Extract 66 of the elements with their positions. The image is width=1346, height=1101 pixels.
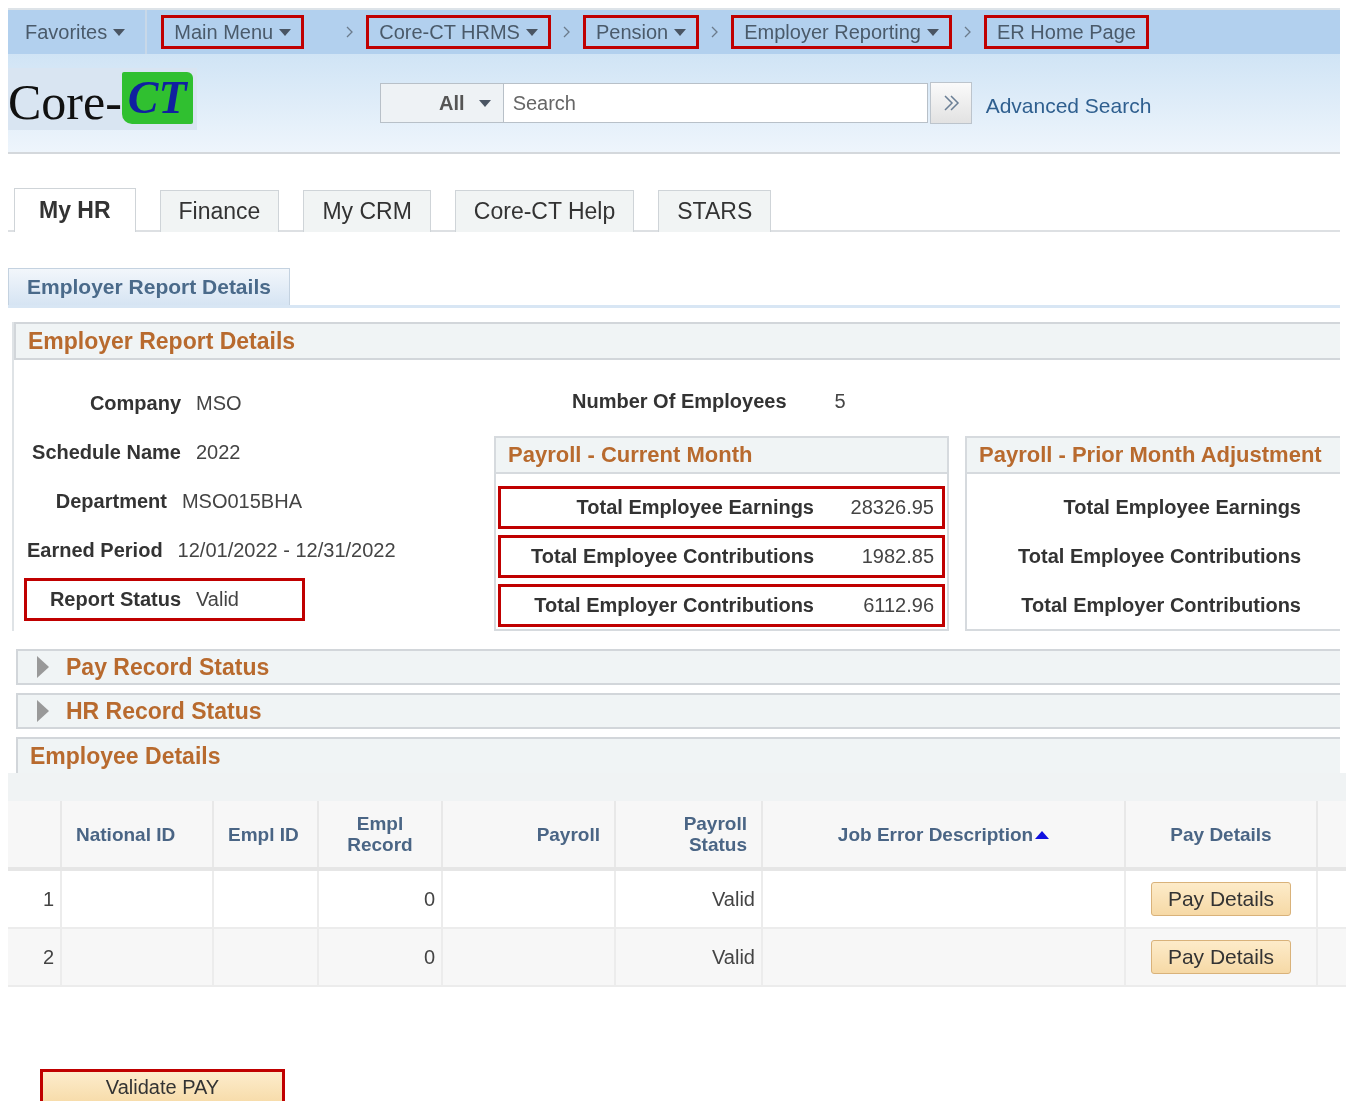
field-value: MSO (196, 392, 242, 415)
chevron-icon (964, 26, 972, 38)
column-header[interactable]: Payroll (442, 801, 615, 869)
field-label: Earned Period (27, 539, 163, 562)
panel-title: Payroll - Current Month (496, 438, 947, 474)
column-header[interactable]: Job Error Description (762, 801, 1125, 869)
field-value: 6112.96 (862, 594, 934, 617)
pay-details-button[interactable]: Pay Details (1150, 940, 1292, 974)
table-cell: 0 (318, 928, 442, 986)
row-number: 2 (8, 928, 61, 986)
collapsible-section[interactable]: HR Record Status (16, 693, 1340, 729)
collapsible-section[interactable]: Pay Record Status (16, 649, 1340, 685)
field-value: 5 (834, 389, 846, 413)
breadcrumb-link[interactable]: Employer Reporting (731, 15, 952, 49)
field-label: Report Status (48, 588, 181, 611)
page-tab[interactable]: Employer Report Details (8, 268, 290, 305)
column-header[interactable]: Pay Details (1125, 801, 1317, 869)
field-label: Number Of Employees (572, 389, 787, 413)
favorites-menu[interactable]: Favorites (8, 10, 148, 54)
nav-tab[interactable]: Finance (159, 190, 280, 232)
chevron-icon (562, 26, 571, 38)
nav-tab[interactable]: STARS (658, 190, 772, 232)
nav-tab[interactable]: My CRM (303, 190, 431, 232)
caret-icon (478, 99, 491, 107)
search-scope-dropdown[interactable]: All (379, 83, 504, 123)
chevron-icon (711, 26, 720, 38)
panel-title: Payroll - Prior Month Adjustment (967, 438, 1340, 474)
caret-icon (113, 28, 126, 36)
advanced-search-link[interactable]: Advanced Search (985, 94, 1152, 118)
field-value: 1982.85 (860, 545, 934, 568)
core-ct-logo: Core-CT (8, 68, 197, 130)
collapsed-arrow-icon (36, 700, 50, 722)
field-label: Total Employer Contributions (534, 594, 814, 617)
field-label: Schedule Name (31, 441, 181, 464)
pay-details-button[interactable]: Pay Details (1150, 882, 1292, 916)
field-label: Total Employee Earnings (1063, 496, 1301, 519)
table-cell: Valid (615, 928, 762, 986)
breadcrumb-link[interactable]: ER Home Page (984, 15, 1149, 49)
field-label: Total Employee Earnings (576, 496, 814, 519)
field-label: Total Employee Contributions (1018, 545, 1301, 568)
validate-pay-button[interactable]: Validate PAY (40, 1069, 285, 1101)
field-value: Valid (196, 588, 239, 611)
search-field[interactable]: Search (503, 83, 928, 123)
column-header[interactable]: National ID (61, 801, 213, 869)
breadcrumb-link[interactable]: Main Menu (161, 15, 305, 49)
column-header[interactable]: Empl Record (318, 801, 442, 869)
field-value: 12/01/2022 - 12/31/2022 (177, 539, 396, 562)
column-header[interactable]: Empl ID (213, 801, 318, 869)
column-header[interactable]: Payroll Status (615, 801, 762, 869)
collapsed-arrow-icon (36, 656, 50, 678)
field-label: Total Employer Contributions (1021, 594, 1301, 617)
field-label: Company (88, 392, 181, 415)
field-label: Department (54, 490, 167, 513)
field-label: Total Employee Contributions (531, 545, 814, 568)
section-header: Employer Report Details (14, 322, 1340, 360)
field-value: 2022 (196, 441, 241, 464)
breadcrumb-link[interactable]: Pension (582, 15, 700, 49)
nav-tab[interactable]: Core-CT Help (454, 190, 635, 232)
chevron-icon (346, 26, 355, 38)
search-button[interactable] (929, 82, 972, 124)
field-value: 28326.95 (849, 496, 934, 519)
section-header: Employee Details (16, 737, 1340, 773)
nav-tab[interactable]: My HR (14, 188, 136, 232)
breadcrumb-link[interactable]: Core-CT HRMS (366, 15, 551, 49)
double-chevron-icon (941, 94, 960, 112)
field-value: MSO015BHA (181, 490, 302, 513)
